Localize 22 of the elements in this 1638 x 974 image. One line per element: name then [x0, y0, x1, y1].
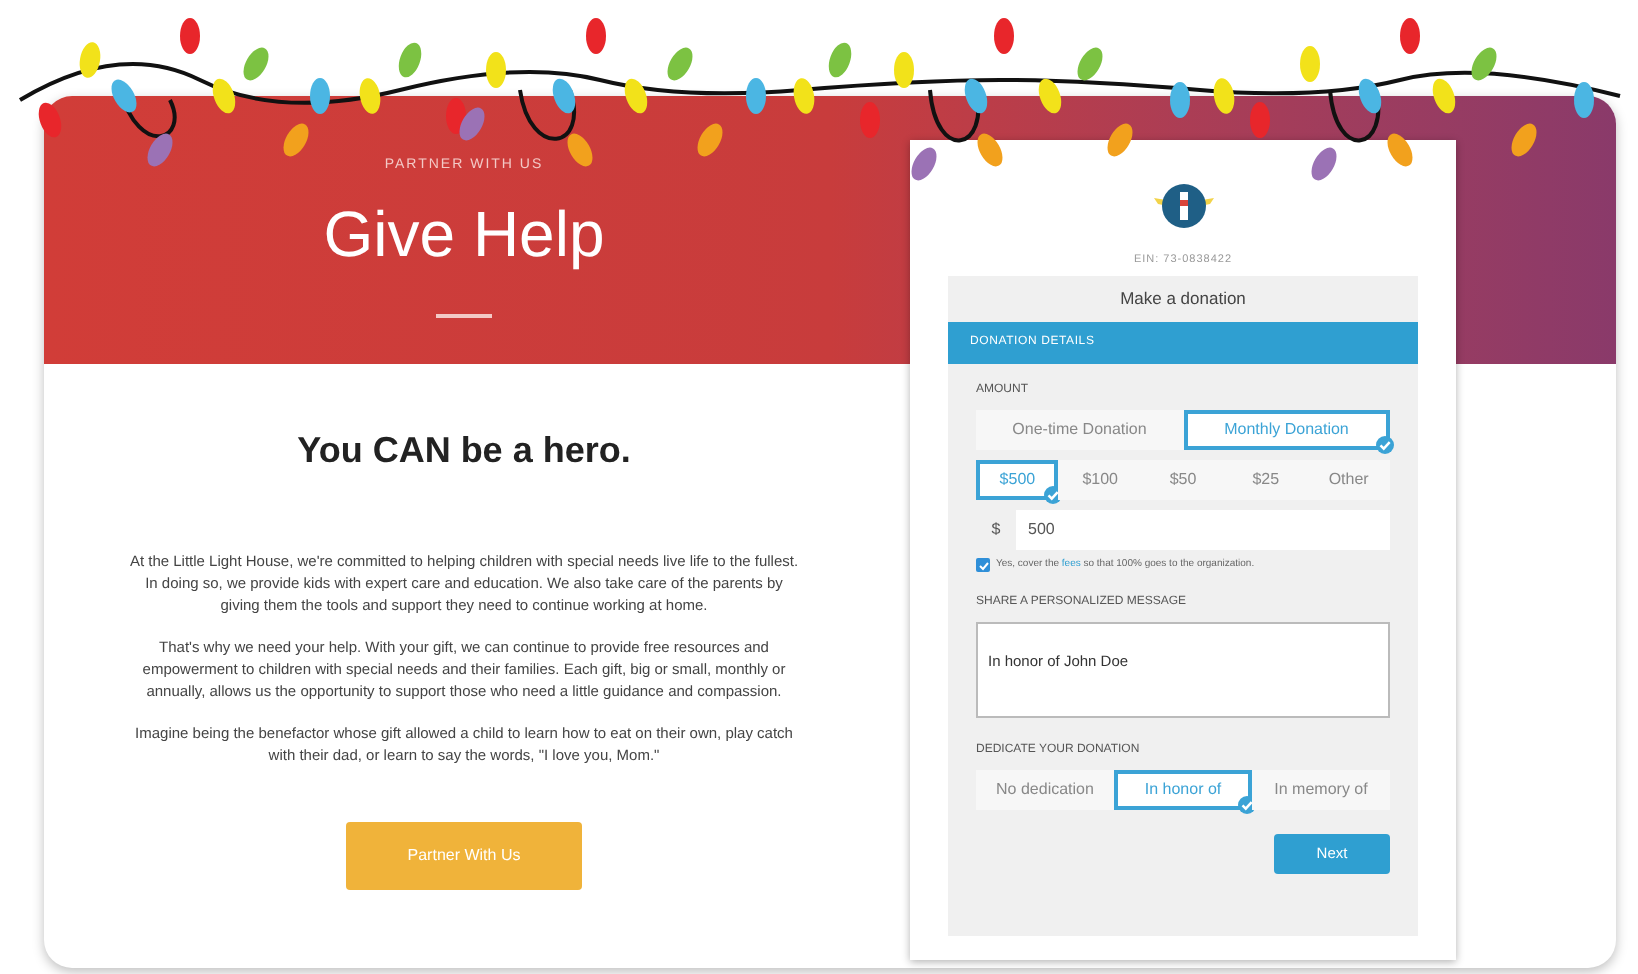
option-button[interactable]: $500	[976, 460, 1059, 500]
option-button[interactable]: Other	[1307, 460, 1391, 500]
currency-sign: $	[976, 510, 1016, 550]
hero-title: Give Help	[323, 195, 605, 274]
option-button[interactable]: One-time Donation	[976, 410, 1183, 450]
option-button[interactable]: No dedication	[976, 769, 1114, 809]
section-heading: You CAN be a hero.	[297, 428, 631, 474]
lighthouse-logo-icon	[1149, 180, 1217, 232]
check-icon	[977, 559, 989, 572]
form-title: Make a donation	[1118, 286, 1248, 313]
amount-field[interactable]: $ 500	[976, 510, 1390, 550]
check-badge-icon	[1376, 436, 1394, 454]
option-button[interactable]: Monthly Donation	[1183, 410, 1390, 450]
fees-checkbox[interactable]	[976, 558, 990, 573]
option-button[interactable]: In memory of	[1252, 769, 1390, 809]
option-button[interactable]: $25	[1224, 460, 1308, 500]
partner-button[interactable]: Partner With Us	[346, 822, 582, 890]
amount-value: 500	[1028, 518, 1055, 542]
option-button[interactable]: $50	[1141, 460, 1225, 500]
option-button[interactable]: $100	[1058, 460, 1142, 500]
option-button[interactable]: In honor of	[1114, 769, 1252, 809]
title-underline	[436, 313, 492, 317]
